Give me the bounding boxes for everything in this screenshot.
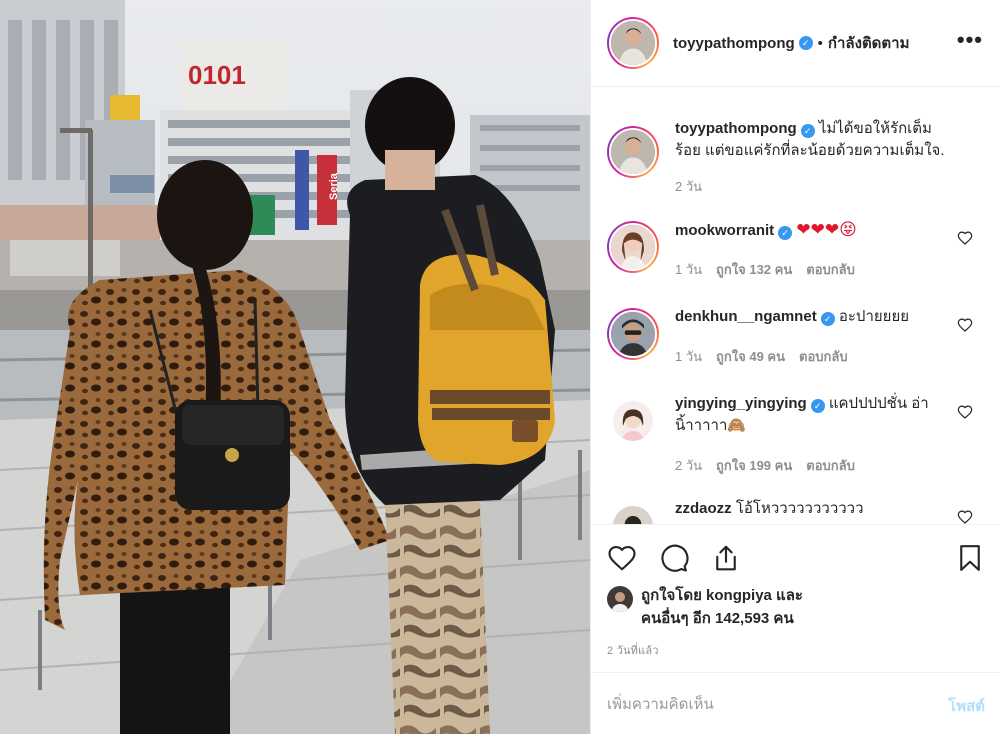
likes-line-1: ถูกใจโดย kongpiya และ <box>641 587 803 604</box>
comment-time[interactable]: 1 วัน <box>675 346 702 367</box>
comment-username[interactable]: mookworranit <box>675 222 774 239</box>
add-comment-input[interactable] <box>607 692 907 716</box>
comment-like-heart-icon[interactable] <box>957 509 973 524</box>
author-username[interactable]: toyypathompong <box>673 35 795 52</box>
instagram-post: 0101 Seria toyypathompong ✓ • กำลังติดตา… <box>0 0 1000 734</box>
liker-avatar[interactable] <box>607 586 633 612</box>
author-avatar[interactable] <box>607 17 659 69</box>
comment-username[interactable]: zzdaozz <box>675 500 732 517</box>
comment-text: zzdaozz โอ้โหววววววววววว <box>675 498 955 520</box>
comment-item: zzdaozz โอ้โหววววววววววว <box>607 500 987 524</box>
comment-time[interactable]: 2 วัน <box>675 455 702 476</box>
following-button[interactable]: กำลังติดตาม <box>828 31 910 55</box>
comment-username[interactable]: denkhun__ngamnet <box>675 308 817 325</box>
comment-text: mookworranit ✓ ❤❤❤😝 <box>675 219 955 242</box>
post-header: toyypathompong ✓ • กำลังติดตาม ••• <box>591 0 1000 87</box>
reply-button[interactable]: ตอบกลับ <box>806 455 855 476</box>
reply-button[interactable]: ตอบกลับ <box>806 259 855 280</box>
comment-avatar[interactable] <box>607 500 659 524</box>
likes-summary: ถูกใจโดย kongpiya และ คนอื่นๆ อีก 142,59… <box>607 584 987 634</box>
caption-username[interactable]: toyypathompong <box>675 120 797 137</box>
comment-icon[interactable] <box>659 543 689 573</box>
caption-time[interactable]: 2 วัน <box>675 176 702 197</box>
comment-item: yingying_yingying ✓ แคปปปปชั่น อ่านิ้าาาา… <box>607 395 987 485</box>
action-bar <box>591 524 1000 590</box>
street-scene-image: 0101 Seria <box>0 0 590 734</box>
comment-likes[interactable]: ถูกใจ 49 คน <box>716 346 785 367</box>
comment-body: โอ้โหววววววววววว <box>735 500 864 517</box>
likes-line-2: คนอื่นๆ อีก 142,593 คน <box>641 610 794 627</box>
verified-badge-icon: ✓ <box>810 399 825 413</box>
comment-avatar[interactable] <box>607 308 659 360</box>
verified-badge-icon: ✓ <box>820 312 835 326</box>
bookmark-icon[interactable] <box>955 543 985 573</box>
verified-badge-icon: ✓ <box>798 36 813 50</box>
comment-like-heart-icon[interactable] <box>957 404 973 420</box>
comment-avatar[interactable] <box>607 395 659 447</box>
comment-item: denkhun__ngamnet ✓ อะปายยยย 1 วัน ถูกใจ 4… <box>607 308 987 378</box>
comment-likes[interactable]: ถูกใจ 199 คน <box>716 455 792 476</box>
caption-text: toyypathompong ✓ ไม่ได้ขอให้รักเต็มร้อย แ… <box>675 118 955 162</box>
posted-time[interactable]: 2 วันที่แล้ว <box>607 641 659 659</box>
share-icon[interactable] <box>711 543 741 573</box>
post-sidebar: toyypathompong ✓ • กำลังติดตาม ••• toyyp… <box>590 0 1000 734</box>
comment-time[interactable]: 1 วัน <box>675 259 702 280</box>
add-comment-section: โพสต์ <box>591 672 1000 734</box>
verified-badge-icon: ✓ <box>800 124 815 138</box>
comment-like-heart-icon[interactable] <box>957 317 973 333</box>
likes-text[interactable]: ถูกใจโดย kongpiya และ คนอื่นๆ อีก 142,59… <box>641 584 803 630</box>
comment-text: yingying_yingying ✓ แคปปปปชั่น อ่านิ้าาาา… <box>675 393 955 437</box>
comment-body: อะปายยยย <box>838 308 910 325</box>
comment-meta: 1 วัน ถูกใจ 49 คน ตอบกลับ <box>675 346 848 367</box>
reply-button[interactable]: ตอบกลับ <box>799 346 848 367</box>
post-photo[interactable]: 0101 Seria <box>0 0 590 734</box>
verified-badge-icon: ✓ <box>778 226 793 240</box>
comment-item: mookworranit ✓ ❤❤❤😝 1 วัน ถูกใจ 132 คน ตอ… <box>607 219 987 291</box>
heart-icon[interactable] <box>607 543 637 573</box>
comment-meta: 2 วัน ถูกใจ 199 คน ตอบกลับ <box>675 455 855 476</box>
comment-username[interactable]: yingying_yingying <box>675 395 807 412</box>
comment-avatar[interactable] <box>607 221 659 273</box>
comment-likes[interactable]: ถูกใจ 132 คน <box>716 259 792 280</box>
caption-avatar[interactable] <box>607 126 659 178</box>
svg-text:0101: 0101 <box>188 60 246 90</box>
post-comment-button[interactable]: โพสต์ <box>948 694 985 718</box>
comment-body: ❤❤❤😝 <box>796 220 857 239</box>
caption-meta: 2 วัน <box>675 176 702 197</box>
caption: toyypathompong ✓ ไม่ได้ขอให้รักเต็มร้อย แ… <box>607 120 987 216</box>
comments-list[interactable]: toyypathompong ✓ ไม่ได้ขอให้รักเต็มร้อย แ… <box>591 88 1000 524</box>
more-horizontal-icon[interactable]: ••• <box>957 29 983 51</box>
comment-like-heart-icon[interactable] <box>957 230 973 246</box>
comment-text: denkhun__ngamnet ✓ อะปายยยย <box>675 306 955 328</box>
svg-text:Seria: Seria <box>328 172 340 200</box>
comment-meta: 1 วัน ถูกใจ 132 คน ตอบกลับ <box>675 259 855 280</box>
header-separator: • <box>817 34 823 52</box>
